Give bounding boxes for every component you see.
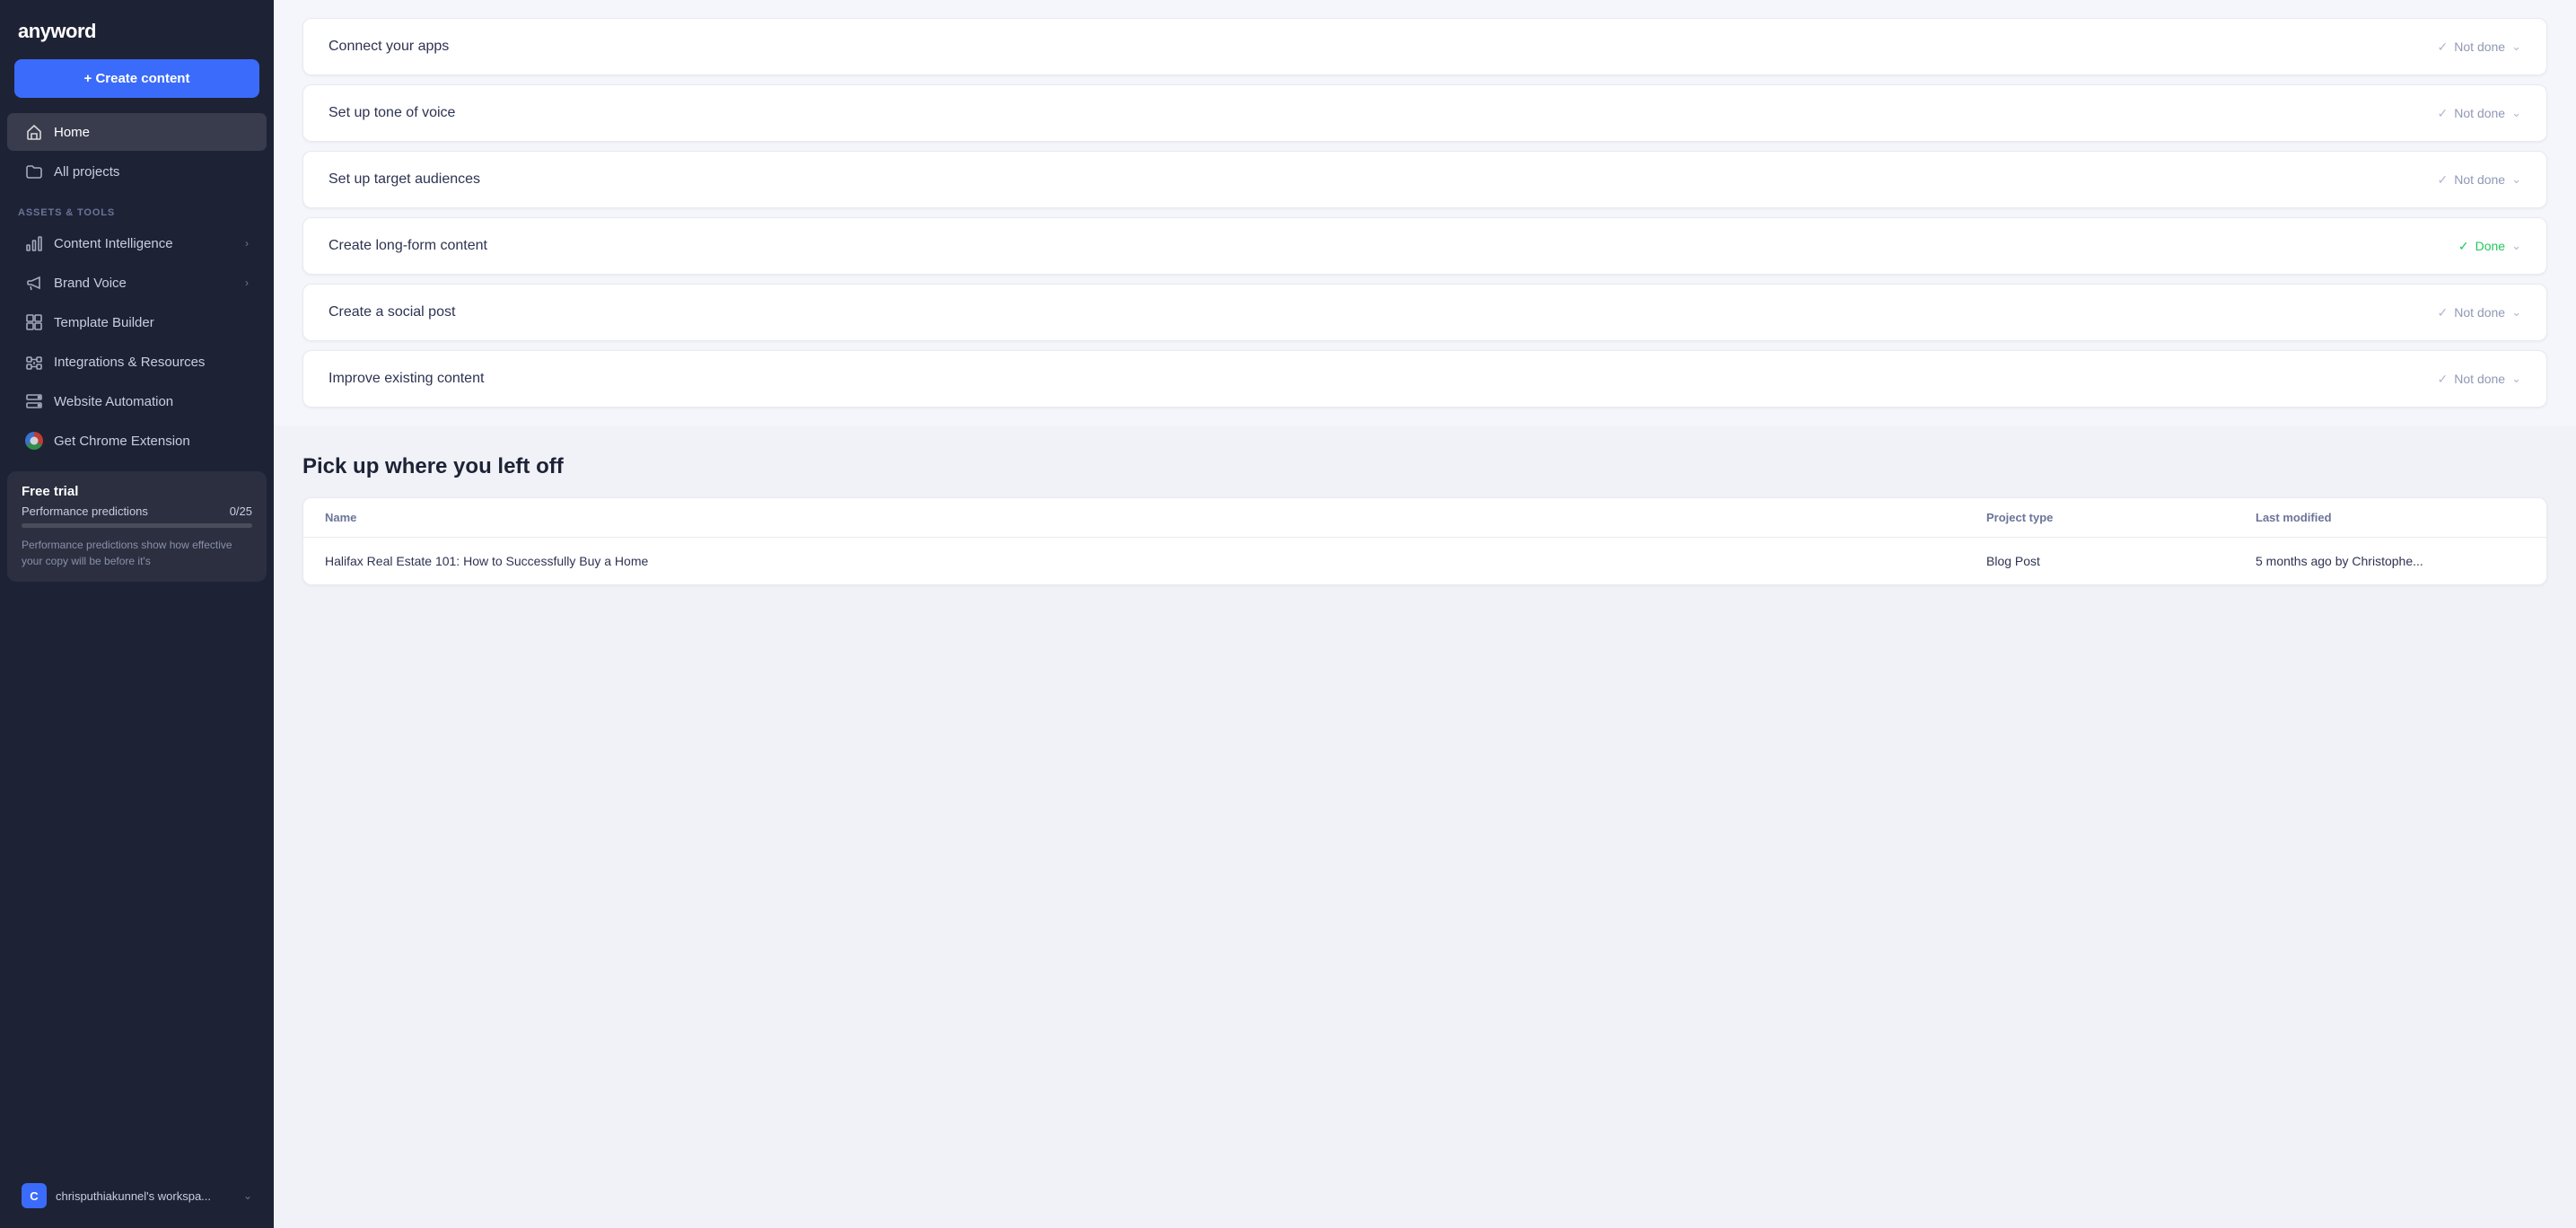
workspace-name: chrisputhiakunnel's workspa... bbox=[56, 1189, 234, 1203]
checklist-section: Connect your apps ✓ Not done ⌄ Set up to… bbox=[274, 0, 2576, 425]
longform-title: Create long-form content bbox=[329, 238, 487, 254]
app-logo: anyword bbox=[0, 0, 274, 59]
sidebar-website-automation-label: Website Automation bbox=[54, 394, 173, 409]
table-header: Name Project type Last modified bbox=[303, 498, 2546, 538]
assets-section-label: ASSETS & TOOLS bbox=[0, 191, 274, 224]
checklist-card-improve-content[interactable]: Improve existing content ✓ Not done ⌄ bbox=[302, 350, 2547, 408]
automation-icon bbox=[25, 392, 43, 410]
sidebar-item-brand-voice[interactable]: Brand Voice › bbox=[7, 264, 267, 302]
improve-chevron-icon: ⌄ bbox=[2511, 372, 2521, 386]
sidebar-home-label: Home bbox=[54, 125, 90, 140]
chart-icon bbox=[25, 234, 43, 252]
integrations-icon bbox=[25, 353, 43, 371]
target-audiences-title: Set up target audiences bbox=[329, 171, 480, 188]
col-name-header: Name bbox=[325, 511, 1986, 524]
workspace-chevron-icon: ⌄ bbox=[243, 1189, 252, 1202]
sidebar-brand-voice-label: Brand Voice bbox=[54, 276, 127, 291]
checklist-card-connect-apps[interactable]: Connect your apps ✓ Not done ⌄ bbox=[302, 18, 2547, 75]
social-post-status: ✓ Not done ⌄ bbox=[2438, 305, 2521, 320]
sidebar-item-template-builder[interactable]: Template Builder bbox=[7, 303, 267, 341]
sidebar-all-projects-label: All projects bbox=[54, 164, 119, 180]
tone-status-label: Not done bbox=[2454, 106, 2505, 120]
sidebar: anyword + Create content Home All projec… bbox=[0, 0, 274, 1228]
target-audiences-status: ✓ Not done ⌄ bbox=[2438, 172, 2521, 188]
tone-chevron-icon: ⌄ bbox=[2511, 106, 2521, 120]
sidebar-item-content-intelligence[interactable]: Content Intelligence › bbox=[7, 224, 267, 262]
home-icon bbox=[25, 123, 43, 141]
audiences-status-label: Not done bbox=[2454, 172, 2505, 187]
social-check-icon: ✓ bbox=[2438, 305, 2449, 320]
longform-status-label: Done bbox=[2475, 239, 2505, 253]
tone-check-icon: ✓ bbox=[2438, 106, 2449, 121]
social-chevron-icon: ⌄ bbox=[2511, 305, 2521, 320]
row-last-modified: 5 months ago by Christophe... bbox=[2256, 554, 2525, 568]
tone-of-voice-title: Set up tone of voice bbox=[329, 105, 455, 121]
improve-status-label: Not done bbox=[2454, 372, 2505, 386]
social-status-label: Not done bbox=[2454, 305, 2505, 320]
template-icon bbox=[25, 313, 43, 331]
sidebar-template-builder-label: Template Builder bbox=[54, 315, 154, 330]
sidebar-content-intelligence-label: Content Intelligence bbox=[54, 236, 173, 251]
checklist-card-longform[interactable]: Create long-form content ✓ Done ⌄ bbox=[302, 217, 2547, 275]
longform-status: ✓ Done ⌄ bbox=[2458, 239, 2521, 254]
tone-of-voice-status: ✓ Not done ⌄ bbox=[2438, 106, 2521, 121]
connect-apps-status: ✓ Not done ⌄ bbox=[2438, 39, 2521, 55]
sidebar-integrations-label: Integrations & Resources bbox=[54, 355, 205, 370]
connect-apps-status-label: Not done bbox=[2454, 39, 2505, 54]
chevron-right-icon: › bbox=[245, 237, 249, 250]
connect-apps-title: Connect your apps bbox=[329, 39, 449, 55]
main-content: Connect your apps ✓ Not done ⌄ Set up to… bbox=[274, 0, 2576, 1228]
col-last-modified-header: Last modified bbox=[2256, 511, 2525, 524]
trial-description: Performance predictions show how effecti… bbox=[22, 537, 252, 569]
sidebar-item-integrations[interactable]: Integrations & Resources bbox=[7, 343, 267, 381]
audiences-check-icon: ✓ bbox=[2438, 172, 2449, 188]
improve-check-icon: ✓ bbox=[2438, 372, 2449, 387]
improve-content-status: ✓ Not done ⌄ bbox=[2438, 372, 2521, 387]
row-project-type: Blog Post bbox=[1986, 554, 2256, 568]
free-trial-title: Free trial bbox=[22, 484, 252, 499]
perf-predictions-value: 0/25 bbox=[230, 504, 252, 518]
perf-predictions-label: Performance predictions bbox=[22, 504, 148, 518]
longform-chevron-icon: ⌄ bbox=[2511, 239, 2521, 253]
checklist-card-tone-of-voice[interactable]: Set up tone of voice ✓ Not done ⌄ bbox=[302, 84, 2547, 142]
pickup-section: Pick up where you left off Name Project … bbox=[274, 425, 2576, 603]
create-content-button[interactable]: + Create content bbox=[14, 59, 259, 98]
pickup-title: Pick up where you left off bbox=[302, 454, 2547, 479]
improve-content-title: Improve existing content bbox=[329, 371, 484, 387]
connect-apps-chevron-icon: ⌄ bbox=[2511, 39, 2521, 54]
sidebar-item-chrome-extension[interactable]: Get Chrome Extension bbox=[7, 422, 267, 460]
sidebar-item-all-projects[interactable]: All projects bbox=[7, 153, 267, 190]
free-trial-block: Free trial Performance predictions 0/25 … bbox=[7, 471, 267, 582]
folder-icon bbox=[25, 162, 43, 180]
megaphone-icon bbox=[25, 274, 43, 292]
audiences-chevron-icon: ⌄ bbox=[2511, 172, 2521, 187]
sidebar-chrome-extension-label: Get Chrome Extension bbox=[54, 434, 190, 449]
chevron-right-icon-2: › bbox=[245, 276, 249, 289]
pickup-table: Name Project type Last modified Halifax … bbox=[302, 497, 2547, 585]
workspace-avatar: C bbox=[22, 1183, 47, 1208]
col-project-type-header: Project type bbox=[1986, 511, 2256, 524]
social-post-title: Create a social post bbox=[329, 304, 455, 320]
workspace-selector[interactable]: C chrisputhiakunnel's workspa... ⌄ bbox=[7, 1171, 267, 1221]
sidebar-item-home[interactable]: Home bbox=[7, 113, 267, 151]
checklist-card-social-post[interactable]: Create a social post ✓ Not done ⌄ bbox=[302, 284, 2547, 341]
checklist-card-target-audiences[interactable]: Set up target audiences ✓ Not done ⌄ bbox=[302, 151, 2547, 208]
chrome-icon bbox=[25, 432, 43, 450]
trial-progress-bar-bg bbox=[22, 523, 252, 528]
row-name: Halifax Real Estate 101: How to Successf… bbox=[325, 554, 1986, 568]
connect-apps-check-icon: ✓ bbox=[2438, 39, 2449, 55]
sidebar-item-website-automation[interactable]: Website Automation bbox=[7, 382, 267, 420]
table-row[interactable]: Halifax Real Estate 101: How to Successf… bbox=[303, 538, 2546, 584]
longform-check-icon: ✓ bbox=[2458, 239, 2469, 254]
